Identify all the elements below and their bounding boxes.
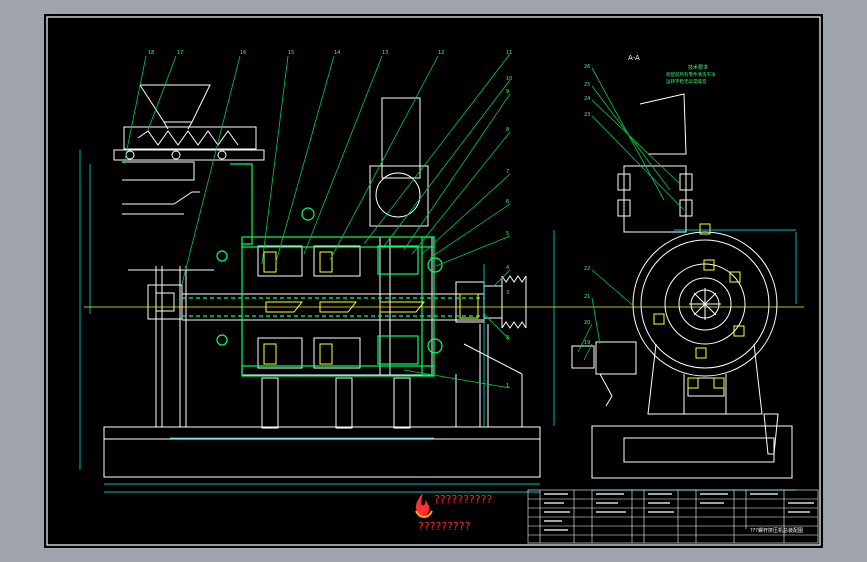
part-number: 2 [506,335,509,341]
tech-req-line2: 运转平稳无异常噪音 [666,78,707,85]
side-view [571,93,793,479]
side-view-numbers: 26 25 24 23 22 21 20 19 [584,64,590,346]
part-number: 13 [382,50,388,56]
part-number: 9 [506,89,509,95]
part-number: 7 [506,169,509,175]
part-number: 25 [584,82,590,88]
part-number: 8 [506,127,509,133]
logo-bottom-text: ????????? [418,520,471,533]
part-number: 1 [506,383,509,389]
part-number: 3 [506,290,509,296]
section-hatching [182,163,484,377]
title-block [527,489,819,544]
part-number: 26 [584,64,590,70]
side-leader-lines [577,67,685,361]
part-number: 17 [177,50,183,56]
part-numbers-left: 18 17 16 15 14 13 12 [148,50,444,56]
part-number: 6 [506,199,509,205]
flame-logo-icon [415,493,433,518]
tech-req-title: 技术要求 [688,64,708,71]
part-number: 20 [584,320,590,326]
part-number: 11 [506,50,512,56]
part-number: 14 [334,50,340,56]
part-number: 12 [438,50,444,56]
part-number: 19 [584,340,590,346]
assembly-drawing: A-A 技术要求 装配前所有零件清洗干净 运转平稳无异常噪音 18 17 16 … [46,16,821,546]
part-number: 10 [506,76,512,82]
part-number: 18 [148,50,154,56]
title-block-caption: ???螺杆挤压机总装配图 [750,527,803,534]
front-view [103,84,541,478]
watermark-logo: ?????????? ????????? [412,491,532,539]
part-number: 5 [506,231,509,237]
drawing-sheet: A-A 技术要求 装配前所有零件清洗干净 运转平稳无异常噪音 18 17 16 … [44,14,823,548]
part-number: 4 [506,265,509,271]
part-number: 23 [584,112,590,118]
title-block-cells [544,493,814,531]
part-number: 15 [288,50,294,56]
logo-top-text: ?????????? [434,493,493,506]
part-number: 21 [584,294,590,300]
dimensions [79,150,540,493]
screw-inserts [263,251,479,365]
part-number: 24 [584,96,590,102]
part-number: 22 [584,266,590,272]
tech-req-line1: 装配前所有零件清洗干净 [666,71,716,78]
view-title: A-A [628,54,640,62]
part-number: 16 [240,50,246,56]
part-numbers-right: 11 10 9 8 7 6 5 4 3 2 1 [506,50,512,389]
